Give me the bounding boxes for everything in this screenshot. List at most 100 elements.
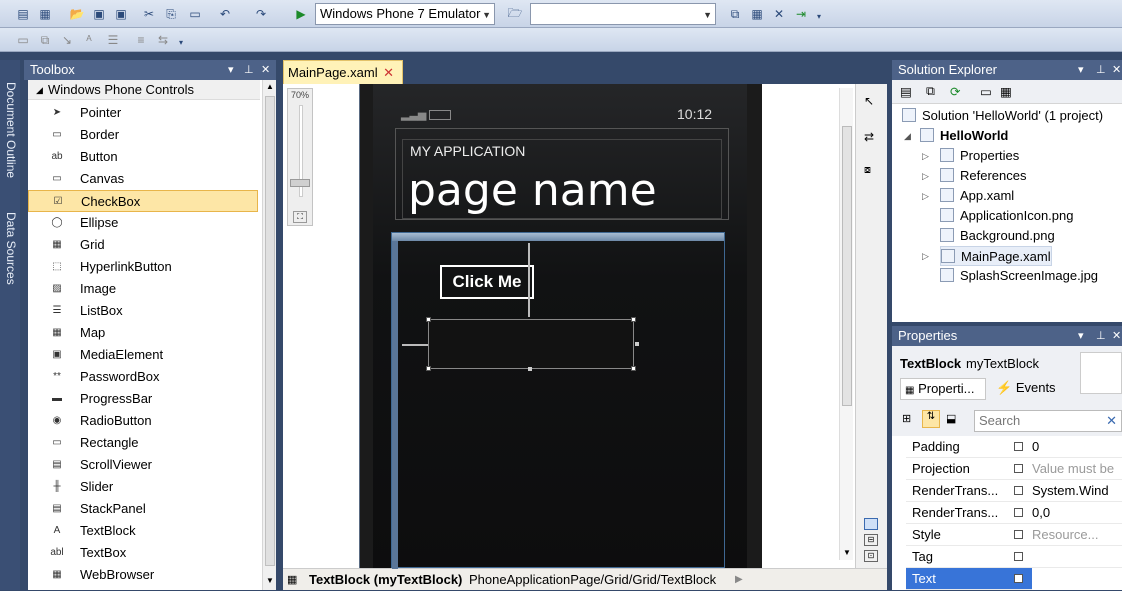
expand-triangle-icon[interactable]: ▷ bbox=[922, 151, 929, 162]
layout-icon[interactable]: ⧉ bbox=[36, 31, 54, 49]
find-combo[interactable]: ▼ bbox=[530, 3, 716, 25]
toolbox-item-button[interactable]: ab Button bbox=[28, 146, 258, 168]
open-file-icon[interactable]: 📂 bbox=[68, 5, 86, 23]
resize-handle[interactable] bbox=[528, 367, 532, 371]
find-in-files-icon[interactable]: 🗁 bbox=[506, 5, 524, 23]
toolbox-item-hyperlinkbutton[interactable]: ⬚ HyperlinkButton bbox=[28, 256, 258, 278]
property-value[interactable]: 0,0 bbox=[1032, 502, 1122, 524]
solution-item[interactable]: MainPage.xaml bbox=[940, 246, 1052, 266]
application-title[interactable]: MY APPLICATION bbox=[410, 143, 525, 159]
toolbox-item-slider[interactable]: ╫ Slider bbox=[28, 476, 258, 498]
property-value[interactable]: Resource... bbox=[1032, 524, 1122, 546]
solution-explorer-icon[interactable]: ⧉ bbox=[726, 5, 744, 23]
undo-icon[interactable]: ↶ bbox=[216, 5, 234, 23]
new-project-icon[interactable]: ▤ bbox=[14, 5, 32, 23]
scroll-thumb[interactable] bbox=[265, 96, 275, 566]
layout-icon[interactable]: ≡ bbox=[132, 31, 150, 49]
margin-adorner-horizontal[interactable] bbox=[402, 344, 428, 346]
page-title[interactable]: page name bbox=[408, 165, 657, 217]
toolbox-item-scrollviewer[interactable]: ▤ ScrollViewer bbox=[28, 454, 258, 476]
close-icon[interactable]: ✕ bbox=[1112, 326, 1121, 346]
toolbox-category[interactable]: ◢ Windows Phone Controls bbox=[28, 80, 260, 100]
toolbox-item-grid[interactable]: ▦ Grid bbox=[28, 234, 258, 256]
view-code-icon[interactable]: ▭ bbox=[980, 84, 992, 99]
fit-to-screen-icon[interactable]: ⛶ bbox=[293, 211, 307, 223]
properties-element-name[interactable]: myTextBlock bbox=[966, 356, 1039, 371]
mytextblock-selected[interactable] bbox=[426, 317, 639, 371]
resize-handle[interactable] bbox=[631, 366, 636, 371]
properties-window-icon[interactable]: ▦ bbox=[748, 5, 766, 23]
toolbox-scrollbar[interactable]: ▲ ▼ bbox=[262, 80, 276, 590]
dropdown-icon[interactable]: ▾ bbox=[228, 60, 234, 80]
scroll-thumb[interactable] bbox=[842, 126, 852, 406]
designer-scrollbar[interactable]: ▼ bbox=[839, 88, 853, 560]
property-marker-icon[interactable] bbox=[1014, 442, 1023, 451]
content-grid[interactable]: Click Me bbox=[391, 232, 725, 569]
swap-icon[interactable]: ⇄ bbox=[864, 130, 874, 144]
property-marker-icon[interactable] bbox=[1014, 508, 1023, 517]
tab-properties[interactable]: ▦ Properti... bbox=[900, 378, 986, 400]
sidebar-tab-document-outline[interactable]: Document Outline bbox=[2, 82, 18, 178]
design-view-icon[interactable] bbox=[864, 518, 878, 530]
toolbox-item-radiobutton[interactable]: ◉ RadioButton bbox=[28, 410, 258, 432]
status-element[interactable]: TextBlock (myTextBlock) bbox=[309, 569, 462, 591]
collapse-triangle-icon[interactable]: ◢ bbox=[904, 131, 911, 142]
start-debug-icon[interactable]: ▶ bbox=[292, 5, 310, 23]
toolbox-item-webbrowser[interactable]: ▦ WebBrowser bbox=[28, 564, 258, 586]
property-marker-icon[interactable] bbox=[1014, 552, 1023, 561]
margin-adorner-vertical[interactable] bbox=[528, 243, 530, 317]
toolbox-item-pointer[interactable]: ➤ Pointer bbox=[28, 102, 258, 124]
toolbox-item-listbox[interactable]: ☰ ListBox bbox=[28, 300, 258, 322]
layout-icon[interactable]: ↘ bbox=[58, 31, 76, 49]
property-row[interactable]: Padding 0 bbox=[906, 436, 1122, 458]
solution-item[interactable]: App.xaml bbox=[940, 186, 1014, 206]
xaml-view-icon[interactable]: ⊡ bbox=[864, 550, 878, 562]
layout-icon[interactable]: ᴬ bbox=[80, 31, 98, 49]
filter-icon[interactable]: ⬓ bbox=[946, 412, 956, 425]
copy-icon[interactable]: ⎘ bbox=[162, 5, 180, 23]
layout-icon[interactable]: ▭ bbox=[14, 31, 32, 49]
property-marker-icon[interactable] bbox=[1014, 464, 1023, 473]
expand-triangle-icon[interactable]: ▷ bbox=[922, 171, 929, 182]
dropdown-icon[interactable]: ▾ bbox=[1078, 60, 1084, 80]
alphabetical-sort-icon[interactable]: ⇅ bbox=[922, 410, 940, 428]
property-row[interactable]: Text bbox=[906, 568, 1122, 590]
toolbox-item-progressbar[interactable]: ▬ ProgressBar bbox=[28, 388, 258, 410]
resize-handle[interactable] bbox=[635, 342, 639, 346]
toolbox-item-textbox[interactable]: abl TextBox bbox=[28, 542, 258, 564]
property-marker-icon[interactable] bbox=[1014, 530, 1023, 539]
resize-handle[interactable] bbox=[426, 317, 431, 322]
zoom-control[interactable]: 70% ⛶ bbox=[287, 88, 313, 226]
pan-icon[interactable]: ↖ bbox=[864, 94, 874, 108]
property-value[interactable]: System.Wind bbox=[1032, 480, 1122, 502]
property-value[interactable] bbox=[1032, 568, 1122, 590]
pin-icon[interactable]: ⊥ bbox=[1096, 60, 1106, 80]
grid-left-rail[interactable] bbox=[392, 241, 398, 569]
add-item-icon[interactable]: ▦ bbox=[36, 5, 54, 23]
close-icon[interactable]: ✕ bbox=[261, 60, 270, 80]
status-arrow-icon[interactable]: ▶ bbox=[735, 569, 743, 591]
toolbox-icon[interactable]: ✕ bbox=[770, 5, 788, 23]
start-page-icon[interactable]: ⇥ bbox=[792, 5, 810, 23]
solution-item[interactable]: ApplicationIcon.png bbox=[940, 206, 1073, 226]
save-all-icon[interactable]: ▣ bbox=[112, 5, 130, 23]
click-me-button[interactable]: Click Me bbox=[440, 265, 534, 299]
solution-node[interactable]: Solution 'HelloWorld' (1 project) bbox=[902, 106, 1103, 126]
show-all-files-icon[interactable]: ⧉ bbox=[926, 84, 935, 99]
refresh-icon[interactable]: ⟳ bbox=[950, 84, 960, 99]
property-row[interactable]: RenderTrans... 0,0 bbox=[906, 502, 1122, 524]
toolbox-item-checkbox[interactable]: ☑ CheckBox bbox=[28, 190, 258, 212]
property-value[interactable]: Value must be bbox=[1032, 458, 1122, 480]
layout-icon[interactable]: ⇆ bbox=[154, 31, 172, 49]
toolbox-item-border[interactable]: ▭ Border bbox=[28, 124, 258, 146]
cut-icon[interactable]: ✂ bbox=[140, 5, 158, 23]
close-icon[interactable]: ✕ bbox=[1112, 60, 1121, 80]
solution-item[interactable]: Background.png bbox=[940, 226, 1055, 246]
resize-handle[interactable] bbox=[631, 317, 636, 322]
property-marker-icon[interactable] bbox=[1014, 574, 1023, 583]
layout-icon[interactable]: ☰ bbox=[104, 31, 122, 49]
redo-icon[interactable]: ↷ bbox=[252, 5, 270, 23]
zoom-slider-thumb[interactable] bbox=[290, 179, 310, 187]
view-designer-icon[interactable]: ▦ bbox=[1000, 84, 1012, 99]
title-panel[interactable]: MY APPLICATION page name bbox=[395, 128, 729, 220]
